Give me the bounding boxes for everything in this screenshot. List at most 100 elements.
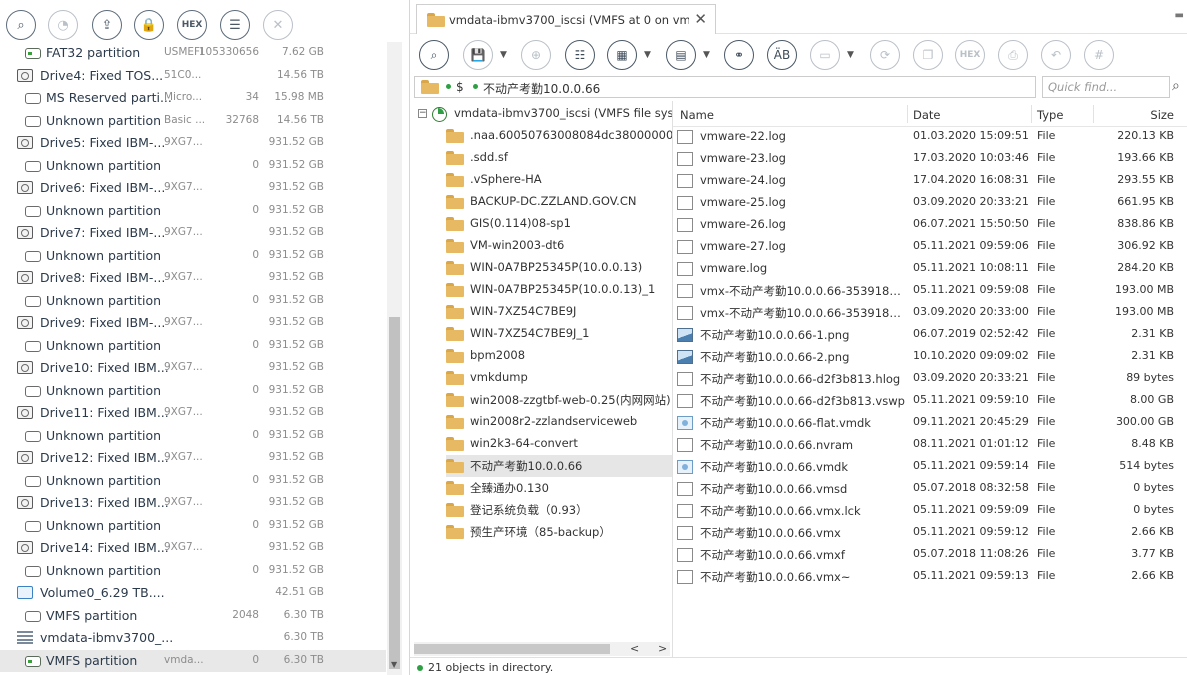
scroll-left-icon[interactable]: < (630, 642, 639, 655)
save-icon[interactable]: 💾 (463, 40, 493, 70)
tree-folder-item[interactable]: WIN-0A7BP25345P(10.0.0.13)_1 (446, 279, 672, 301)
search-icon[interactable]: ⌕ (1172, 78, 1180, 94)
path-current[interactable]: 不动产考勤10.0.0.66 (483, 80, 600, 97)
partition-item[interactable]: Unknown partition 0 931.52 GB (0, 335, 386, 357)
disk-item[interactable]: Drive4: Fixed TOS... 51C0... 14.56 TB (0, 65, 386, 87)
disk-item[interactable]: Drive10: Fixed IBM... 9XG7... 931.52 GB (0, 357, 386, 379)
columns-icon[interactable]: ▤ (666, 40, 696, 70)
partition-item[interactable]: Unknown partition 0 931.52 GB (0, 470, 386, 492)
columns-dropdown-icon[interactable]: ▼ (703, 50, 710, 60)
scan-icon[interactable]: ⟳ (870, 40, 900, 70)
quick-find-input[interactable]: Quick find... (1042, 76, 1170, 98)
tree-horizontal-scrollbar[interactable]: < > (414, 642, 670, 656)
partition-item[interactable]: VMFS partition vmda... 0 6.30 TB (0, 649, 386, 672)
file-row[interactable]: vmware.log 05.11.2021 10:08:11 File 284.20 … (673, 258, 1187, 280)
tree-folder-item[interactable]: GIS(0.114)08-sp1 (446, 213, 672, 235)
tree-folder-item[interactable]: .naa.60050763008084dc380000000000000 (446, 125, 672, 147)
tree-folder-item[interactable]: .sdd.sf (446, 147, 672, 169)
partition-item[interactable]: Unknown partition 0 931.52 GB (0, 200, 386, 222)
close-icon[interactable]: ✕ (263, 10, 293, 40)
file-row[interactable]: 不动产考勤10.0.0.66.nvram 08.11.2021 01:01:12 F… (673, 434, 1187, 456)
hash-icon[interactable]: # (1084, 40, 1114, 70)
disk-item[interactable]: Drive9: Fixed IBM-... 9XG7... 931.52 GB (0, 312, 386, 334)
file-row[interactable]: vmware-27.log 05.11.2021 09:59:06 File 306.… (673, 236, 1187, 258)
file-row[interactable]: vmware-24.log 17.04.2020 16:08:31 File 293.… (673, 170, 1187, 192)
file-row[interactable]: vmx-不动产考勤10.0.0.66-353918773... 03.09.202… (673, 302, 1187, 324)
image-dropdown-icon[interactable]: ▼ (847, 50, 854, 60)
disk-list-scrollbar[interactable]: ▼ (387, 42, 402, 675)
tree-folder-item[interactable]: win2008r2-zzlandserviceweb (446, 411, 672, 433)
file-row[interactable]: 不动产考勤10.0.0.66-d2f3b813.vswp 05.11.2021 0… (673, 390, 1187, 412)
file-row[interactable]: vmx-不动产考勤10.0.0.66-353918773... 05.11.202… (673, 280, 1187, 302)
file-row[interactable]: 不动产考勤10.0.0.66.vmx 05.11.2021 09:59:12 Fil… (673, 522, 1187, 544)
disk-item[interactable]: Drive8: Fixed IBM-... 9XG7... 931.52 GB (0, 267, 386, 289)
disk-item[interactable]: Drive7: Fixed IBM-... 9XG7... 931.52 GB (0, 222, 386, 244)
path-bar[interactable]: $ 不动产考勤10.0.0.66 (414, 76, 1036, 98)
binoculars-icon[interactable]: ⚭ (724, 40, 754, 70)
tree-folder-item[interactable]: WIN-7XZ54C7BE9J_1 (446, 323, 672, 345)
file-row[interactable]: 不动产考勤10.0.0.66.vmxf 05.07.2018 11:08:26 Fi… (673, 544, 1187, 566)
scroll-right-icon[interactable]: > (658, 642, 667, 655)
tree-folder-item[interactable]: .vSphere-HA (446, 169, 672, 191)
file-row[interactable]: 不动产考勤10.0.0.66-1.png 06.07.2019 02:52:42 F… (673, 324, 1187, 346)
file-row[interactable]: 不动产考勤10.0.0.66.vmx~ 05.11.2021 09:59:13 Fi… (673, 566, 1187, 588)
partition-item[interactable]: Unknown partition 0 931.52 GB (0, 515, 386, 537)
tree-root[interactable]: − vmdata-ibmv3700_iscsi (VMFS file syste… (418, 103, 672, 125)
tree-folder-item[interactable]: BACKUP-DC.ZZLAND.GOV.CN (446, 191, 672, 213)
partition-item[interactable]: VMFS partition 2048 6.30 TB (0, 605, 386, 627)
partition-item[interactable]: Unknown partition 0 931.52 GB (0, 380, 386, 402)
view-icon[interactable]: ▦ (607, 40, 637, 70)
search-icon[interactable]: ⌕ (6, 10, 36, 40)
file-row[interactable]: 不动产考勤10.0.0.66.vmsd 05.07.2018 08:32:58 Fi… (673, 478, 1187, 500)
column-divider[interactable] (1093, 105, 1094, 123)
tab-menu-icon[interactable]: ▬ (1175, 10, 1184, 21)
disk-item[interactable]: Drive11: Fixed IBM... 9XG7... 931.52 GB (0, 402, 386, 424)
partition-item[interactable]: Unknown partition 0 931.52 GB (0, 245, 386, 267)
collapse-icon[interactable]: − (418, 109, 427, 118)
column-divider[interactable] (1031, 105, 1032, 123)
checklist-icon[interactable]: ☷ (565, 40, 595, 70)
path-root[interactable]: $ (456, 80, 464, 94)
tree-folder-item[interactable]: WIN-0A7BP25345P(10.0.0.13) (446, 257, 672, 279)
tree-folder-item[interactable]: VM-win2003-dt6 (446, 235, 672, 257)
copy-icon[interactable]: ❐ (913, 40, 943, 70)
disk-item[interactable]: Drive13: Fixed IBM... 9XG7... 931.52 GB (0, 492, 386, 514)
file-row[interactable]: vmware-25.log 03.09.2020 20:33:21 File 661.… (673, 192, 1187, 214)
hex-icon[interactable]: HEX (955, 40, 985, 70)
save-dropdown-icon[interactable]: ▼ (500, 50, 507, 60)
tree-folder-item[interactable]: 预生产环境（85-backup） (446, 521, 672, 543)
file-row[interactable]: 不动产考勤10.0.0.66.vmx.lck 05.11.2021 09:59:0… (673, 500, 1187, 522)
back-icon[interactable]: ↶ (1041, 40, 1071, 70)
column-divider[interactable] (907, 105, 908, 123)
add-file-icon[interactable]: ⊕ (521, 40, 551, 70)
search-icon[interactable]: ⌕ (419, 40, 449, 70)
partition-item[interactable]: Unknown partition 0 931.52 GB (0, 425, 386, 447)
scroll-down-arrow-icon[interactable]: ▼ (391, 660, 397, 669)
find-text-icon[interactable]: ÄB (767, 40, 797, 70)
disk-item[interactable]: Volume0_6.29 TB.... 42.51 GB (0, 582, 386, 604)
chart-icon[interactable]: ◔ (48, 10, 78, 40)
partition-item[interactable]: FAT32 partition USMEFI 105330656 7.62 GB (0, 42, 386, 64)
file-row[interactable]: vmware-23.log 17.03.2020 10:03:46 File 193.… (673, 148, 1187, 170)
view-dropdown-icon[interactable]: ▼ (644, 50, 651, 60)
file-row[interactable]: vmware-26.log 06.07.2021 15:50:50 File 838.… (673, 214, 1187, 236)
disk-item[interactable]: vmdata-ibmv3700_... 6.30 TB (0, 627, 386, 649)
tree-folder-item[interactable]: win2008-zzgtbf-web-0.25(内网网站) (446, 389, 672, 411)
tree-folder-item[interactable]: 全臻通办0.130 (446, 477, 672, 499)
tree-folder-item[interactable]: WIN-7XZ54C7BE9J (446, 301, 672, 323)
disk-item[interactable]: Drive5: Fixed IBM-... 9XG7... 931.52 GB (0, 132, 386, 154)
file-row[interactable]: 不动产考勤10.0.0.66-2.png 10.10.2020 09:09:02 F… (673, 346, 1187, 368)
tab-close-icon[interactable]: ✕ (694, 10, 707, 28)
file-row[interactable]: 不动产考勤10.0.0.66.vmdk 05.11.2021 09:59:14 Fi… (673, 456, 1187, 478)
file-row[interactable]: 不动产考勤10.0.0.66-d2f3b813.hlog 03.09.2020 2… (673, 368, 1187, 390)
tree-folder-item[interactable]: win2k3-64-convert (446, 433, 672, 455)
lock-icon[interactable]: 🔒 (134, 10, 164, 40)
partition-item[interactable]: Unknown partition 0 931.52 GB (0, 155, 386, 177)
column-name[interactable]: Name (680, 108, 714, 122)
column-type[interactable]: Type (1037, 108, 1063, 122)
print-icon[interactable]: ⎙ (998, 40, 1028, 70)
disk-item[interactable]: Drive14: Fixed IBM... 9XG7... 931.52 GB (0, 537, 386, 559)
hex-icon[interactable]: HEX (177, 10, 207, 40)
partition-item[interactable]: Unknown partition 0 931.52 GB (0, 290, 386, 312)
scrollbar-thumb[interactable] (389, 317, 400, 669)
